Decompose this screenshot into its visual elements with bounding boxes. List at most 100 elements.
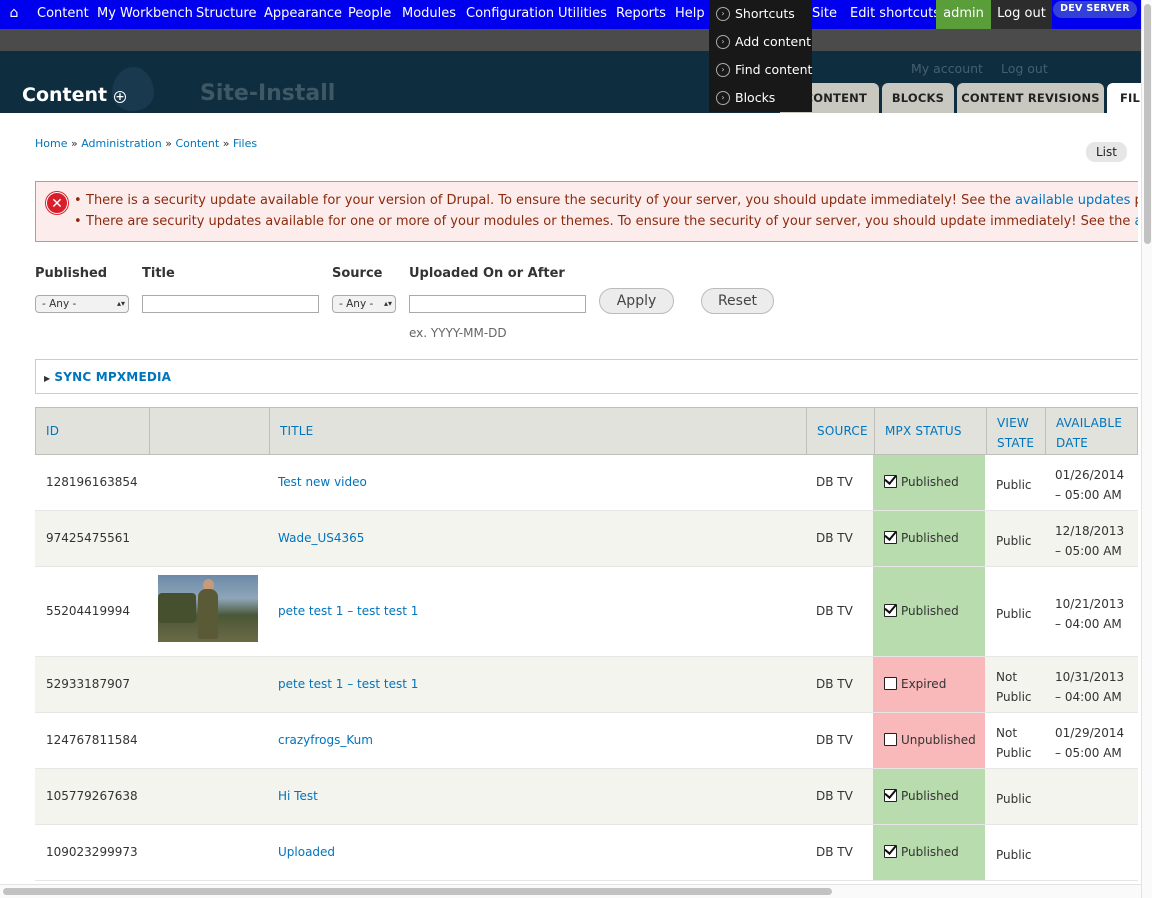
chevron-right-icon: ›	[716, 35, 730, 49]
shortcut-bar	[0, 29, 1152, 51]
breadcrumb-files[interactable]: Files	[233, 137, 257, 150]
message-text: There are security updates available for…	[86, 214, 1135, 229]
available-updates-link[interactable]: avail	[1134, 214, 1138, 229]
table-row: 55204419994 pete test 1 – test test 1 DB T…	[35, 567, 1138, 657]
uploaded-date-input[interactable]	[409, 295, 586, 313]
th-id[interactable]: ID	[36, 408, 149, 454]
cell-view-state: Public	[985, 567, 1044, 656]
toolbar-configuration[interactable]: Configuration	[466, 0, 554, 29]
home-icon[interactable]: ⌂	[4, 0, 24, 29]
th-title[interactable]: TITLE	[269, 408, 806, 454]
sync-mpxmedia-toggle[interactable]: ▶ SYNC MPXMEDIA	[44, 370, 171, 384]
file-id: 109023299973	[46, 845, 138, 859]
reset-button[interactable]: Reset	[701, 288, 774, 314]
blocks-shortcut[interactable]: › Blocks	[709, 84, 812, 112]
cell-available-date: 01/29/2014 – 05:00 AM	[1044, 713, 1138, 768]
cell-title: pete test 1 – test test 1	[268, 657, 805, 712]
sync-mpxmedia-fieldset: ▶ SYNC MPXMEDIA	[35, 359, 1138, 394]
title-filter-input[interactable]	[142, 295, 319, 313]
site-name[interactable]: Site-Install	[200, 81, 335, 106]
file-title-link[interactable]: Test new video	[278, 475, 367, 489]
cell-thumbnail	[148, 657, 268, 712]
th-view-state[interactable]: VIEW STATE	[986, 408, 1045, 454]
file-title-link[interactable]: Uploaded	[278, 845, 335, 859]
security-message-core: There is a security update available for…	[74, 193, 1138, 208]
uploaded-filter-label: Uploaded On or After	[409, 266, 565, 281]
source-select[interactable]: - Any - ▴▾	[332, 295, 396, 313]
horizontal-scroll-thumb[interactable]	[3, 888, 832, 895]
available-date-line: 01/26/2014	[1055, 468, 1125, 482]
file-source: DB TV	[816, 677, 853, 691]
header-logout-link[interactable]: Log out	[1001, 61, 1048, 76]
view-state-line: Public	[996, 478, 1032, 492]
tab-content-revisions[interactable]: CONTENT REVISIONS	[957, 83, 1104, 113]
breadcrumb-administration[interactable]: Administration	[81, 137, 162, 150]
apply-button[interactable]: Apply	[599, 288, 674, 314]
add-content-label: Add content	[735, 34, 812, 49]
toolbar-people[interactable]: People	[348, 0, 391, 29]
toolbar-content[interactable]: Content	[37, 0, 89, 29]
find-content-shortcut[interactable]: › Find content	[709, 56, 812, 84]
breadcrumb-content[interactable]: Content	[175, 137, 219, 150]
checked-box-icon	[884, 845, 897, 858]
tab-blocks[interactable]: BLOCKS	[882, 83, 954, 113]
add-content-shortcut[interactable]: › Add content	[709, 28, 812, 56]
thumbnail-person	[198, 589, 218, 639]
my-account-link[interactable]: My account	[911, 61, 983, 76]
view-state-line: Not	[996, 726, 1018, 740]
video-thumbnail[interactable]	[158, 575, 258, 642]
add-shortcut-icon[interactable]: +	[114, 91, 126, 103]
available-date-line: 12/18/2013	[1055, 524, 1125, 538]
file-title-link[interactable]: crazyfrogs_Kum	[278, 733, 373, 747]
breadcrumb-home[interactable]: Home	[35, 137, 67, 150]
cell-mpx-status: Published	[873, 455, 985, 510]
toolbar-appearance[interactable]: Appearance	[264, 0, 342, 29]
published-select[interactable]: - Any - ▴▾	[35, 295, 129, 313]
list-button[interactable]: List	[1086, 142, 1127, 162]
toolbar-modules[interactable]: Modules	[402, 0, 456, 29]
cell-title: Hi Test	[268, 769, 805, 824]
breadcrumb-separator: »	[165, 137, 172, 150]
file-title-link[interactable]: Wade_US4365	[278, 531, 364, 545]
th-view-state-line: STATE	[997, 436, 1035, 450]
th-mpx-status[interactable]: MPX STATUS	[874, 408, 986, 454]
toolbar-reports[interactable]: Reports	[616, 0, 666, 29]
th-mpx-status-label: MPX STATUS	[885, 424, 962, 438]
cell-mpx-status: Published	[873, 769, 985, 824]
checked-box-icon	[884, 604, 897, 617]
toolbar-help[interactable]: Help	[675, 0, 705, 29]
sync-legend-label: SYNC MPXMEDIA	[54, 370, 172, 384]
page-title: Content	[22, 84, 108, 106]
view-state-line: Public	[996, 534, 1032, 548]
file-title-link[interactable]: Hi Test	[278, 789, 318, 803]
file-id: 55204419994	[46, 604, 130, 618]
vertical-scroll-thumb[interactable]	[1144, 4, 1151, 244]
th-available-date[interactable]: AVAILABLE DATE	[1045, 408, 1138, 454]
cell-view-state: Public	[985, 825, 1044, 880]
toolbar-my-workbench[interactable]: My Workbench	[97, 0, 193, 29]
cell-thumbnail	[148, 769, 268, 824]
mpx-status-text: Published	[901, 475, 959, 489]
find-content-label: Find content	[735, 62, 813, 77]
file-title-link[interactable]: pete test 1 – test test 1	[278, 677, 418, 691]
cell-source: DB TV	[805, 511, 873, 566]
th-source[interactable]: SOURCE	[806, 408, 874, 454]
unchecked-box-icon	[884, 733, 897, 746]
horizontal-scrollbar[interactable]	[0, 884, 1141, 898]
available-updates-link[interactable]: available updates	[1015, 193, 1130, 208]
file-title-link[interactable]: pete test 1 – test test 1	[278, 604, 418, 618]
toolbar-utilities[interactable]: Utilities	[558, 0, 607, 29]
shortcuts-menu-item[interactable]: › Shortcuts	[709, 0, 812, 28]
cell-id: 55204419994	[35, 567, 148, 656]
chevron-right-icon: ›	[716, 91, 730, 105]
toolbar-structure[interactable]: Structure	[196, 0, 256, 29]
edit-shortcuts-link[interactable]: Edit shortcuts	[850, 0, 940, 29]
table-row: 128196163854 Test new video DB TV Published…	[35, 455, 1138, 511]
toolbar-site[interactable]: Site	[812, 0, 837, 29]
cell-thumbnail	[148, 455, 268, 510]
vertical-scrollbar[interactable]	[1141, 0, 1152, 898]
toolbar-logout-link[interactable]: Log out	[991, 0, 1052, 29]
cell-view-state: Public	[985, 769, 1044, 824]
available-date-line: 01/29/2014	[1055, 726, 1125, 740]
admin-user-link[interactable]: admin	[936, 0, 991, 29]
